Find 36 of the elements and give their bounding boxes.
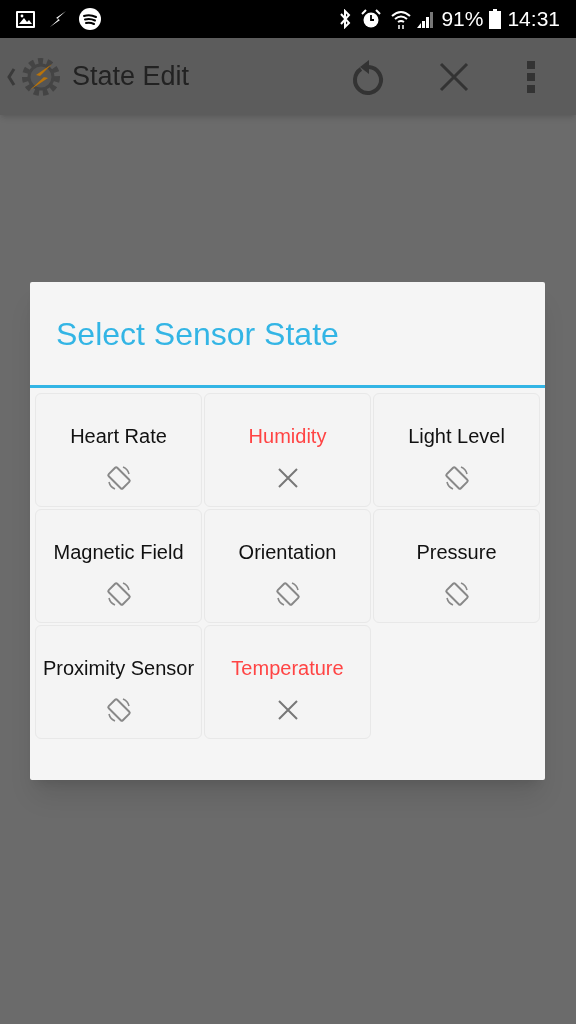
sensor-label: Orientation — [238, 540, 337, 565]
sensor-tile[interactable]: Magnetic Field — [35, 509, 202, 623]
sensor-tile[interactable]: Proximity Sensor — [35, 625, 202, 739]
cross-icon — [276, 467, 299, 489]
sensor-tile[interactable]: Orientation — [204, 509, 371, 623]
screen-rotation-icon — [442, 580, 471, 608]
signal-icon — [417, 10, 436, 28]
alarm-clock-icon — [361, 9, 382, 29]
clock-time: 14:31 — [507, 6, 560, 33]
screen-rotation-icon — [104, 580, 133, 608]
sensor-tile[interactable]: Pressure — [373, 509, 540, 623]
sensor-label: Pressure — [416, 540, 497, 565]
sensor-label: Humidity — [248, 424, 327, 449]
music-app-icon — [79, 8, 101, 30]
screen-rotation-icon — [104, 464, 133, 492]
sensor-tile[interactable]: Heart Rate — [35, 393, 202, 507]
dialog-title: Select Sensor State — [56, 314, 339, 354]
sensor-label: Magnetic Field — [53, 540, 184, 565]
battery-percentage: 91% — [441, 6, 484, 33]
more-options-icon[interactable] — [527, 60, 535, 93]
cross-icon — [276, 699, 299, 721]
screen-rotation-icon — [104, 696, 133, 724]
app-bar-title: State Edit — [72, 60, 190, 94]
screen-rotation-icon — [442, 464, 471, 492]
sensor-label: Heart Rate — [70, 424, 167, 449]
sensor-label: Temperature — [231, 656, 344, 681]
gallery-icon — [16, 10, 35, 28]
close-icon[interactable] — [439, 61, 469, 92]
back-icon — [6, 66, 16, 87]
sensor-label: Light Level — [408, 424, 505, 449]
screen-rotation-icon — [273, 580, 302, 608]
battery-icon — [489, 9, 502, 29]
sensor-label: Proximity Sensor — [42, 656, 195, 681]
bluetooth-icon — [339, 9, 352, 29]
wifi-icon — [391, 9, 412, 29]
sensor-tile[interactable]: Light Level — [373, 393, 540, 507]
